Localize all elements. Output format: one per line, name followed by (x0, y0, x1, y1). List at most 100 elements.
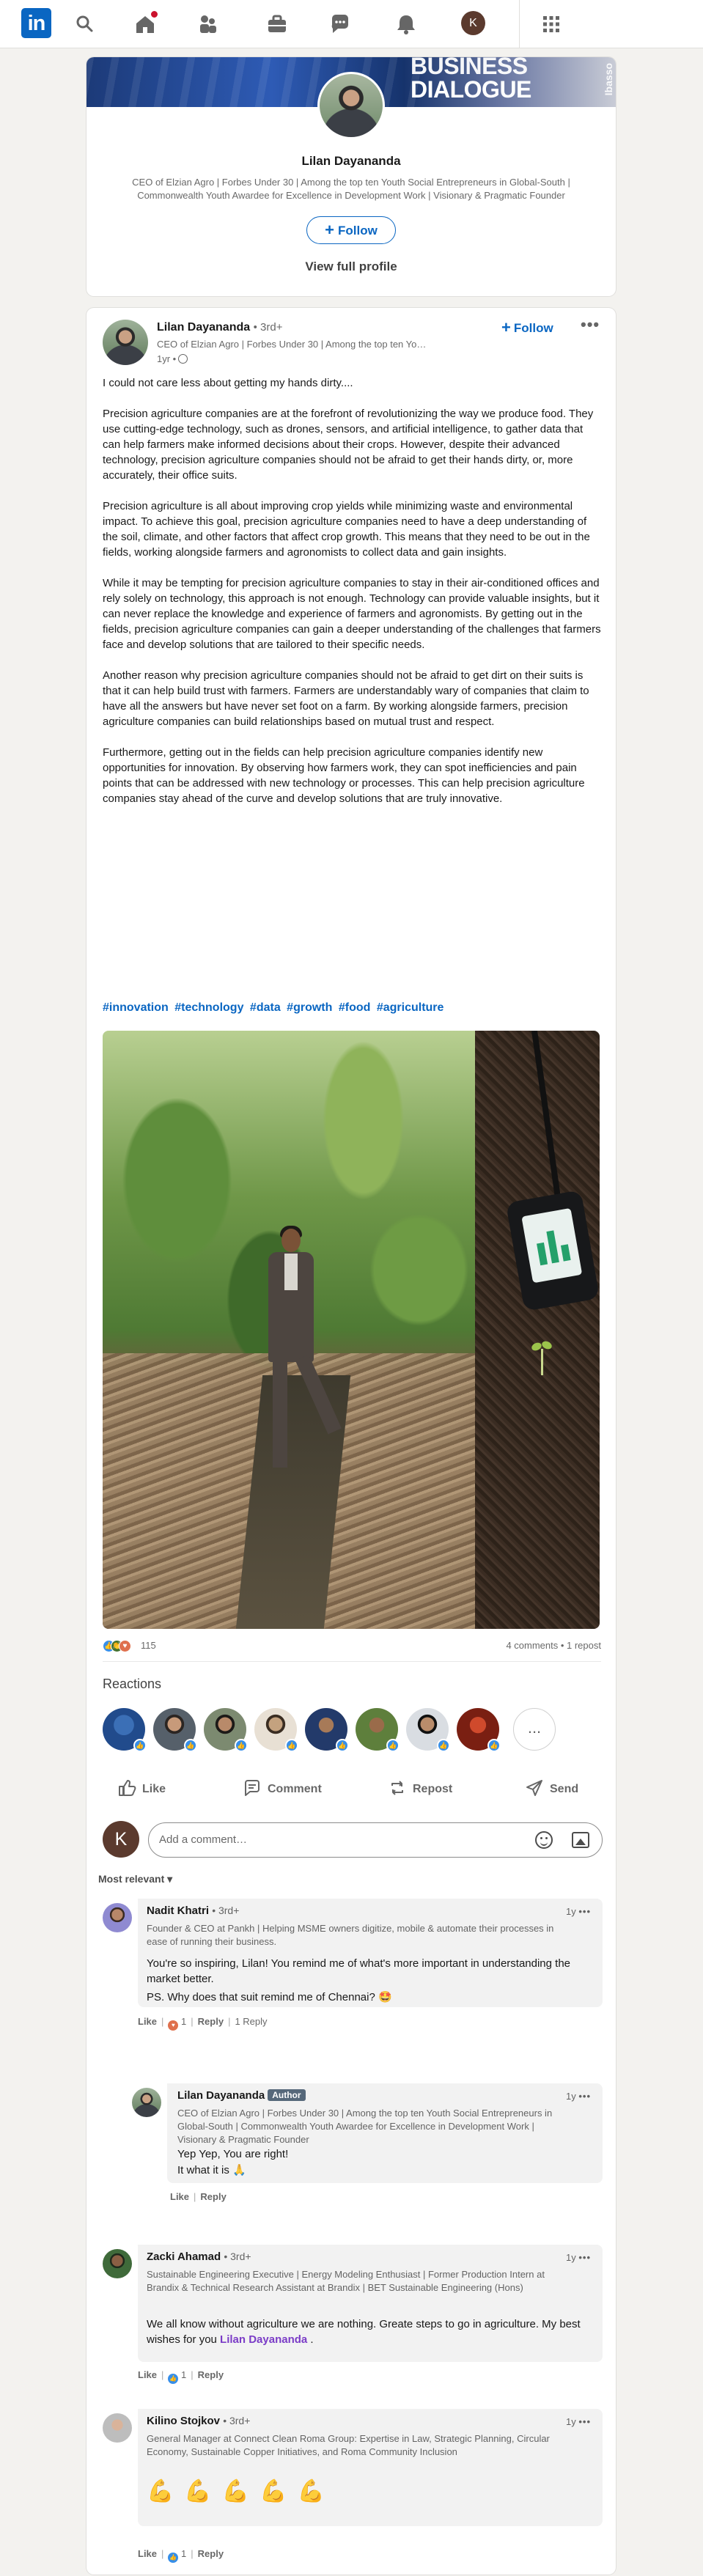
reactor-avatar[interactable]: 👍 (356, 1708, 400, 1752)
like-label: Like (142, 1783, 166, 1795)
comment-overflow-menu-icon[interactable]: ••• (578, 2091, 591, 2102)
comment-like-button[interactable]: Like (138, 2016, 157, 2027)
commenter-name[interactable]: Kilino Stojkov (147, 2415, 220, 2427)
chevron-down-icon: ▾ (164, 1873, 173, 1885)
post-text: I could not care less about getting my h… (103, 375, 601, 822)
commenter-name-line[interactable]: Nadit Khatri • 3rd+ (147, 1905, 239, 1917)
comment-reply-button[interactable]: Reply (198, 2016, 224, 2027)
comment-like-count[interactable]: 1 (181, 2016, 186, 2027)
jobs-icon[interactable] (265, 12, 289, 36)
post-image[interactable] (103, 1031, 600, 1629)
commenter-name-line[interactable]: Kilino Stojkov • 3rd+ (147, 2415, 250, 2427)
social-counts: 👍👏 ♥ 115 4 comments • 1 repost (103, 1638, 601, 1655)
comment-time: 1y (566, 2091, 576, 2102)
post-paragraph: Precision agriculture is all about impro… (103, 500, 590, 559)
hashtags: #innovation #technology #data #growth #f… (103, 1001, 446, 1015)
comment-reply-button[interactable]: Reply (198, 2369, 224, 2380)
post-overflow-menu-icon[interactable]: ••• (581, 315, 600, 334)
linkedin-logo[interactable]: in (21, 8, 51, 38)
repost-button[interactable]: Repost (388, 1771, 452, 1808)
banner-side-text: Ibasso (603, 63, 614, 96)
me-avatar[interactable]: K (461, 11, 485, 35)
mention-link[interactable]: Lilan Dayananda (220, 2333, 307, 2346)
add-comment-input[interactable]: Add a comment… (148, 1822, 603, 1858)
hashtag-link[interactable]: #growth (287, 1001, 332, 1014)
commenter-avatar[interactable] (132, 2088, 161, 2117)
comment-overflow-menu-icon[interactable]: ••• (578, 2252, 591, 2263)
hashtag-link[interactable]: #agriculture (377, 1001, 444, 1014)
network-icon[interactable] (196, 12, 220, 36)
comment-label: Comment (268, 1783, 322, 1795)
profile-name[interactable]: Lilan Dayananda (87, 154, 616, 169)
banner-line-2: DIALOGUE (411, 76, 531, 103)
banner-line-1: BUSINESS (411, 57, 528, 79)
profile-photo[interactable] (317, 72, 385, 139)
reactor-avatar[interactable]: 👍 (305, 1708, 349, 1752)
follow-button[interactable]: + Follow (306, 216, 396, 244)
commenter-name[interactable]: Zacki Ahamad (147, 2251, 221, 2263)
reply-count[interactable]: 1 Reply (235, 2016, 267, 2027)
sort-comments-dropdown[interactable]: Most relevant ▾ (98, 1873, 172, 1885)
emoji-icon[interactable] (535, 1831, 553, 1849)
comment-actions: Like | Reply (170, 2191, 227, 2202)
comment-like-count[interactable]: 1 (181, 2548, 186, 2559)
view-full-profile-link[interactable]: View full profile (87, 260, 616, 274)
commenter-name[interactable]: Lilan Dayananda (177, 2089, 265, 2102)
profile-card: BUSINESS DIALOGUE Ibasso Lilan Dayananda… (87, 57, 616, 296)
composer-avatar: K (103, 1821, 139, 1858)
sensor-screen (521, 1207, 583, 1284)
comment-overflow-menu-icon[interactable]: ••• (578, 1906, 591, 1917)
comment-like-count[interactable]: 1 (181, 2369, 186, 2380)
post-card: Lilan Dayananda • 3rd+ CEO of Elzian Agr… (87, 308, 616, 2575)
reactor-avatar[interactable]: 👍 (254, 1708, 298, 1752)
reaction-count[interactable]: 115 (141, 1640, 156, 1651)
comment-like-button[interactable]: Like (138, 2548, 157, 2559)
post-author-name-line[interactable]: Lilan Dayananda • 3rd+ (157, 321, 282, 334)
reactor-avatar[interactable]: 👍 (204, 1708, 248, 1752)
comment-time-line: 1y ••• (566, 1906, 591, 1917)
reactor-avatar[interactable]: 👍 (457, 1708, 501, 1752)
post-follow-button[interactable]: + Follow (501, 318, 553, 337)
commenter-name-line[interactable]: Zacki Ahamad • 3rd+ (147, 2251, 251, 2263)
comment-text: It what it is 🙏 (177, 2164, 246, 2176)
commenter-avatar[interactable] (103, 1903, 132, 1932)
home-icon[interactable] (133, 10, 159, 36)
commenter-avatar[interactable] (103, 2249, 132, 2278)
comment-reply-button[interactable]: Reply (200, 2191, 226, 2202)
follow-label: Follow (338, 224, 378, 238)
comment-reply-button[interactable]: Reply (198, 2548, 224, 2559)
notifications-icon[interactable] (394, 12, 418, 36)
commenter-name-line[interactable]: Lilan Dayananda Author (177, 2089, 306, 2102)
reactor-avatar[interactable]: 👍 (406, 1708, 450, 1752)
reactor-avatar[interactable]: 👍 (153, 1708, 197, 1752)
commenter-name[interactable]: Nadit Khatri (147, 1905, 209, 1917)
comment-button[interactable]: Comment (243, 1771, 322, 1808)
send-button[interactable]: Send (525, 1771, 578, 1808)
comment-text: Yep Yep, You are right! (177, 2148, 289, 2160)
post-follow-label: Follow (513, 321, 553, 335)
like-badge-icon: 👍 (487, 1739, 501, 1752)
image-icon[interactable] (572, 1832, 589, 1848)
comments-reposts-count[interactable]: 4 comments • 1 repost (506, 1640, 601, 1651)
apps-grid-icon[interactable] (540, 12, 563, 36)
hashtag-link[interactable]: #data (250, 1001, 281, 1014)
more-reactors-button[interactable]: ... (513, 1708, 556, 1751)
reactor-avatar[interactable]: 👍 (103, 1708, 147, 1752)
messaging-icon[interactable] (328, 12, 352, 36)
comment-text-body: We all know without agriculture we are n… (147, 2318, 581, 2346)
post-author-name[interactable]: Lilan Dayananda (157, 321, 250, 334)
comment-like-button[interactable]: Like (170, 2191, 189, 2202)
comment-overflow-menu-icon[interactable]: ••• (578, 2416, 591, 2427)
post-author-photo[interactable] (103, 320, 148, 365)
hashtag-link[interactable]: #technology (174, 1001, 243, 1014)
post-paragraph: I could not care less about getting my h… (103, 377, 353, 389)
reaction-icons[interactable]: 👍👏 ♥ (103, 1639, 131, 1652)
hashtag-link[interactable]: #innovation (103, 1001, 169, 1014)
commenter-avatar[interactable] (103, 2413, 132, 2443)
like-button[interactable]: Like (117, 1771, 166, 1808)
flexed-biceps-emoji: 💪 (184, 2479, 212, 2503)
commenter-headline: Founder & CEO at Pankh | Helping MSME ow… (147, 1923, 554, 1947)
comment-like-button[interactable]: Like (138, 2369, 157, 2380)
search-icon[interactable] (73, 12, 97, 36)
hashtag-link[interactable]: #food (339, 1001, 371, 1014)
